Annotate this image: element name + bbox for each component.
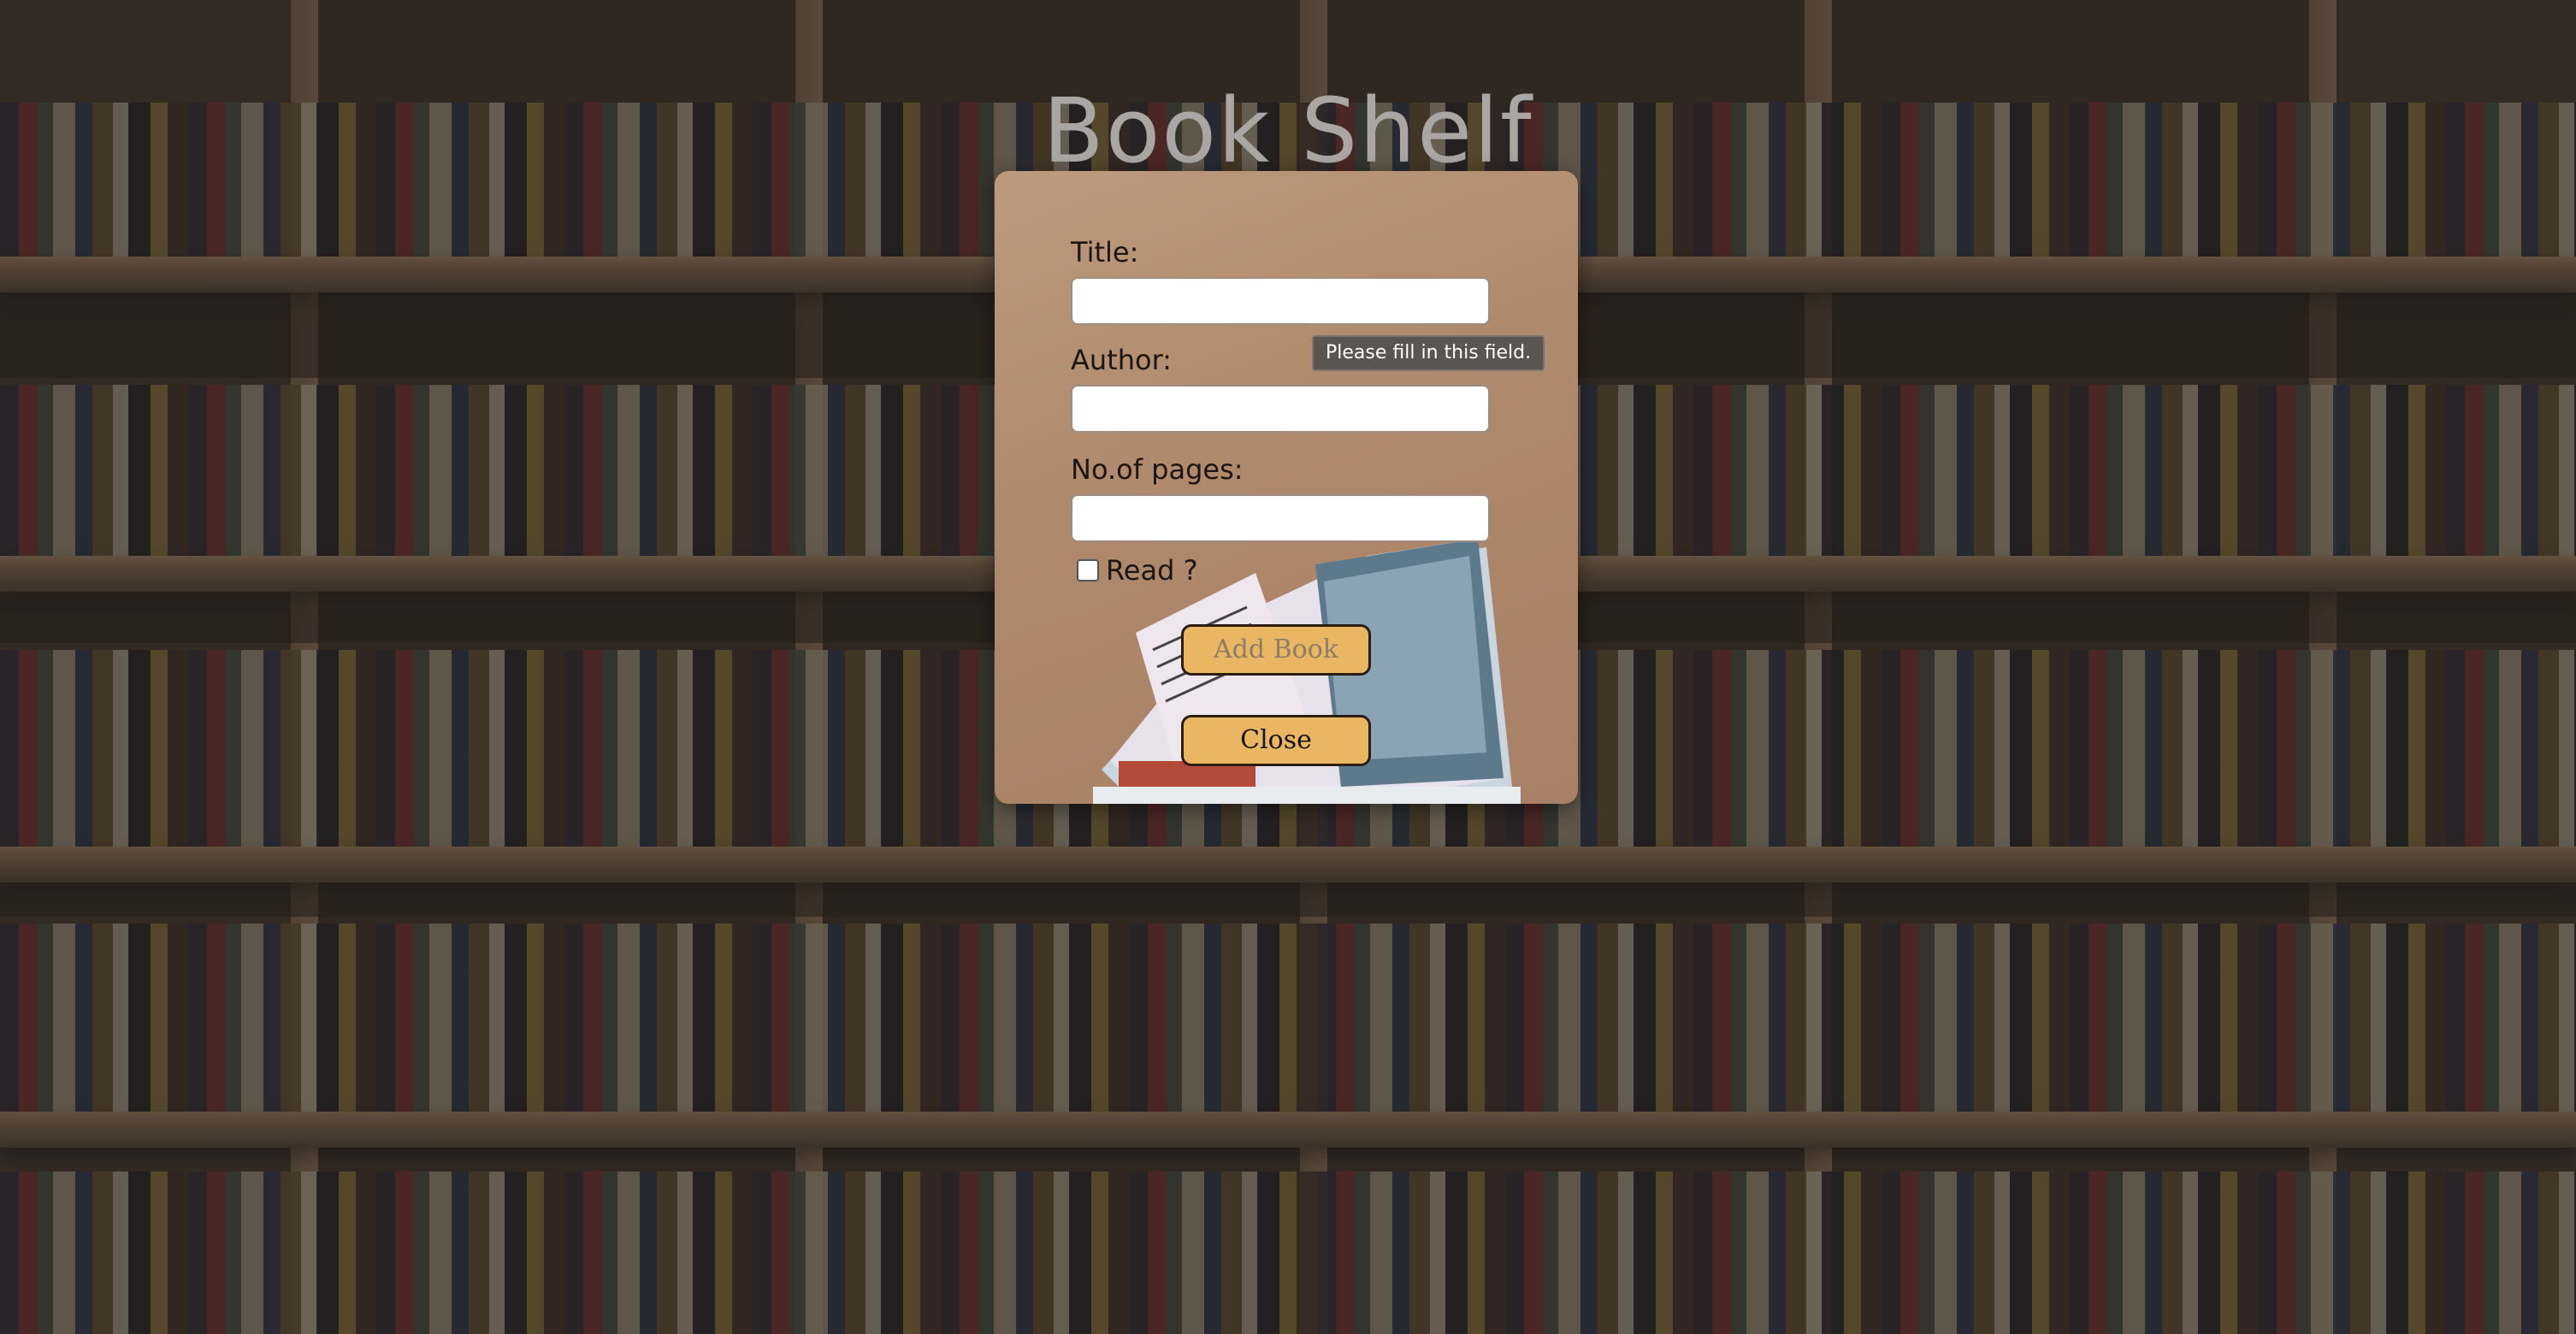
read-label: Read ?	[1106, 554, 1198, 587]
read-checkbox[interactable]	[1077, 559, 1099, 581]
read-checkbox-row: Read ?	[1077, 554, 1198, 587]
add-book-dialog: Title: Author: No.of pages: Read ? Add B…	[995, 171, 1578, 804]
pages-field-group: No.of pages:	[1071, 453, 1490, 542]
title-field-group: Title:	[1071, 236, 1490, 325]
validation-tooltip: Please fill in this field.	[1312, 335, 1545, 371]
pages-label: No.of pages:	[1071, 453, 1244, 486]
title-input[interactable]	[1071, 277, 1490, 325]
title-label: Title:	[1071, 236, 1139, 269]
pages-input[interactable]	[1071, 494, 1490, 542]
author-input[interactable]	[1071, 385, 1490, 433]
page-title: Book Shelf	[1043, 79, 1533, 183]
close-button[interactable]: Close	[1181, 715, 1371, 766]
add-book-button[interactable]: Add Book	[1181, 624, 1371, 676]
